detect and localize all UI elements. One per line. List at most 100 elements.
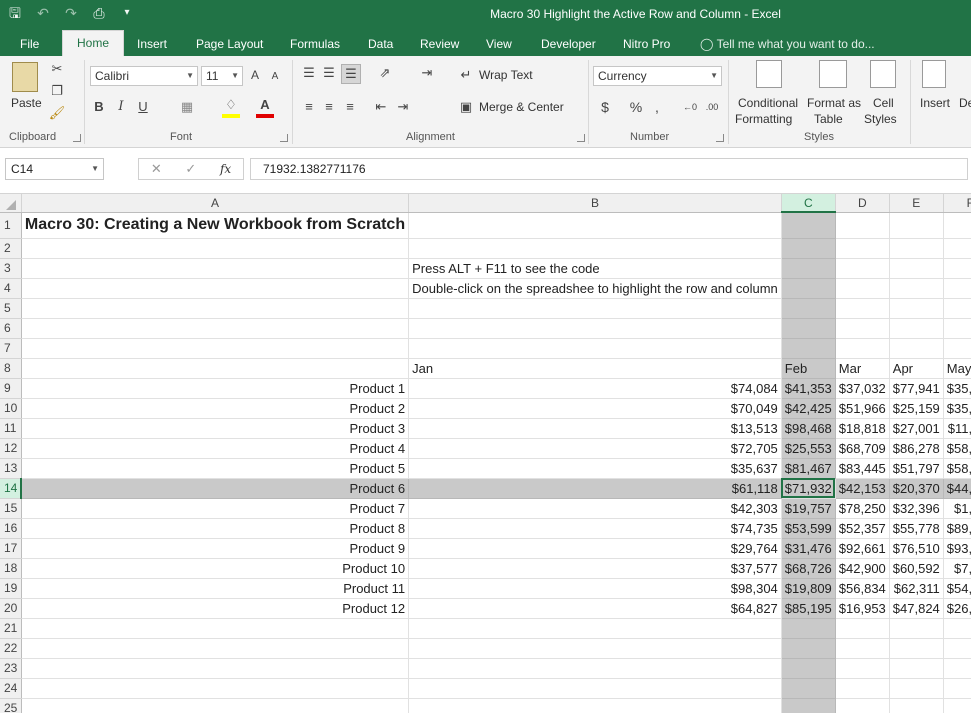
cell-b2[interactable] xyxy=(408,238,782,259)
cell-c2[interactable] xyxy=(781,238,836,259)
increase-indent-icon[interactable]: ⇥ xyxy=(394,98,412,116)
cell-b22[interactable] xyxy=(408,638,782,659)
row-header-21[interactable]: 21 xyxy=(0,618,22,639)
cell-b11[interactable]: $13,513 xyxy=(408,418,782,439)
cell-c16[interactable]: $53,599 xyxy=(781,518,836,539)
cell-a13[interactable]: Product 5 xyxy=(21,458,410,479)
cell-a19[interactable]: Product 11 xyxy=(21,578,410,599)
tab-home[interactable]: Home xyxy=(62,30,125,56)
cell-b21[interactable] xyxy=(408,618,782,639)
font-size-select[interactable]: 11 ▼ xyxy=(201,66,243,86)
cell-a23[interactable] xyxy=(21,658,410,679)
row-header-5[interactable]: 5 xyxy=(0,298,22,319)
cell-f18[interactable]: $7,627 xyxy=(943,558,971,579)
cell-b16[interactable]: $74,735 xyxy=(408,518,782,539)
cell-c17[interactable]: $31,476 xyxy=(781,538,836,559)
cell-d24[interactable] xyxy=(835,678,890,699)
cell-c15[interactable]: $19,757 xyxy=(781,498,836,519)
row-header-6[interactable]: 6 xyxy=(0,318,22,339)
column-header-b[interactable]: B xyxy=(408,194,782,213)
paste-button[interactable]: Paste xyxy=(11,96,42,110)
cell-f25[interactable] xyxy=(943,698,971,713)
cell-b10[interactable]: $70,049 xyxy=(408,398,782,419)
cell-f24[interactable] xyxy=(943,678,971,699)
insert-cells-button[interactable]: Insert xyxy=(920,96,950,110)
cell-b5[interactable] xyxy=(408,298,782,319)
alignment-launcher-icon[interactable] xyxy=(577,134,585,142)
row-header-2[interactable]: 2 xyxy=(0,238,22,259)
cell-e1[interactable] xyxy=(889,212,944,239)
cell-a7[interactable] xyxy=(21,338,410,359)
cell-c3[interactable] xyxy=(781,258,836,279)
cell-d18[interactable]: $42,900 xyxy=(835,558,890,579)
cell-d13[interactable]: $83,445 xyxy=(835,458,890,479)
cell-c14[interactable]: $71,932 xyxy=(781,478,836,499)
clipboard-launcher-icon[interactable] xyxy=(73,134,81,142)
cell-f9[interactable]: $35,221 xyxy=(943,378,971,399)
row-header-8[interactable]: 8 xyxy=(0,358,22,379)
merge-center-button[interactable]: Merge & Center xyxy=(479,100,564,114)
cell-d16[interactable]: $52,357 xyxy=(835,518,890,539)
cell-b23[interactable] xyxy=(408,658,782,679)
font-color-icon[interactable]: A xyxy=(256,96,274,118)
percent-button[interactable]: % xyxy=(628,98,644,116)
tab-insert[interactable]: Insert xyxy=(137,34,167,56)
decrease-indent-icon[interactable]: ⇤ xyxy=(372,98,390,116)
cell-d8[interactable]: Mar xyxy=(835,358,890,379)
cell-e24[interactable] xyxy=(889,678,944,699)
cell-c11[interactable]: $98,468 xyxy=(781,418,836,439)
cell-a14[interactable]: Product 6 xyxy=(21,478,410,499)
cell-b1[interactable] xyxy=(408,212,782,239)
cell-e12[interactable]: $86,278 xyxy=(889,438,944,459)
cell-a8[interactable] xyxy=(21,358,410,379)
cell-d17[interactable]: $92,661 xyxy=(835,538,890,559)
cell-c6[interactable] xyxy=(781,318,836,339)
column-header-c[interactable]: C xyxy=(781,194,836,213)
cell-c20[interactable]: $85,195 xyxy=(781,598,836,619)
cell-d25[interactable] xyxy=(835,698,890,713)
format-painter-icon[interactable]: 🖌 xyxy=(48,104,66,122)
cell-c5[interactable] xyxy=(781,298,836,319)
cell-a2[interactable] xyxy=(21,238,410,259)
orientation-icon[interactable]: ⇗ xyxy=(372,64,398,82)
cell-d1[interactable] xyxy=(835,212,890,239)
cell-b20[interactable]: $64,827 xyxy=(408,598,782,619)
cell-b3[interactable]: Press ALT + F11 to see the code xyxy=(408,258,782,279)
shrink-font-button[interactable]: A xyxy=(268,68,282,86)
row-header-18[interactable]: 18 xyxy=(0,558,22,579)
cell-d3[interactable] xyxy=(835,258,890,279)
cell-c19[interactable]: $19,809 xyxy=(781,578,836,599)
row-header-7[interactable]: 7 xyxy=(0,338,22,359)
cell-c7[interactable] xyxy=(781,338,836,359)
cell-a24[interactable] xyxy=(21,678,410,699)
cell-b17[interactable]: $29,764 xyxy=(408,538,782,559)
cell-d11[interactable]: $18,818 xyxy=(835,418,890,439)
cell-e5[interactable] xyxy=(889,298,944,319)
row-header-15[interactable]: 15 xyxy=(0,498,22,519)
cell-b8[interactable]: Jan xyxy=(408,358,782,379)
cell-e14[interactable]: $20,370 xyxy=(889,478,944,499)
row-header-19[interactable]: 19 xyxy=(0,578,22,599)
cell-a6[interactable] xyxy=(21,318,410,339)
row-header-14[interactable]: 14 xyxy=(0,478,23,499)
tab-file[interactable]: File xyxy=(20,34,39,56)
conditional-formatting-label-2[interactable]: Formatting xyxy=(735,112,792,126)
cell-d9[interactable]: $37,032 xyxy=(835,378,890,399)
cell-a15[interactable]: Product 7 xyxy=(21,498,410,519)
cell-e7[interactable] xyxy=(889,338,944,359)
cell-d20[interactable]: $16,953 xyxy=(835,598,890,619)
tab-formulas[interactable]: Formulas xyxy=(290,34,340,56)
cell-b13[interactable]: $35,637 xyxy=(408,458,782,479)
cell-e9[interactable]: $77,941 xyxy=(889,378,944,399)
cell-a16[interactable]: Product 8 xyxy=(21,518,410,539)
row-header-4[interactable]: 4 xyxy=(0,278,22,299)
cell-e18[interactable]: $60,592 xyxy=(889,558,944,579)
cell-f17[interactable]: $93,957 xyxy=(943,538,971,559)
cell-a12[interactable]: Product 4 xyxy=(21,438,410,459)
cell-e17[interactable]: $76,510 xyxy=(889,538,944,559)
formula-input[interactable]: 71932.1382771176 xyxy=(250,158,968,180)
cell-e4[interactable] xyxy=(889,278,944,299)
cell-a21[interactable] xyxy=(21,618,410,639)
row-header-17[interactable]: 17 xyxy=(0,538,22,559)
cell-b14[interactable]: $61,118 xyxy=(408,478,782,499)
